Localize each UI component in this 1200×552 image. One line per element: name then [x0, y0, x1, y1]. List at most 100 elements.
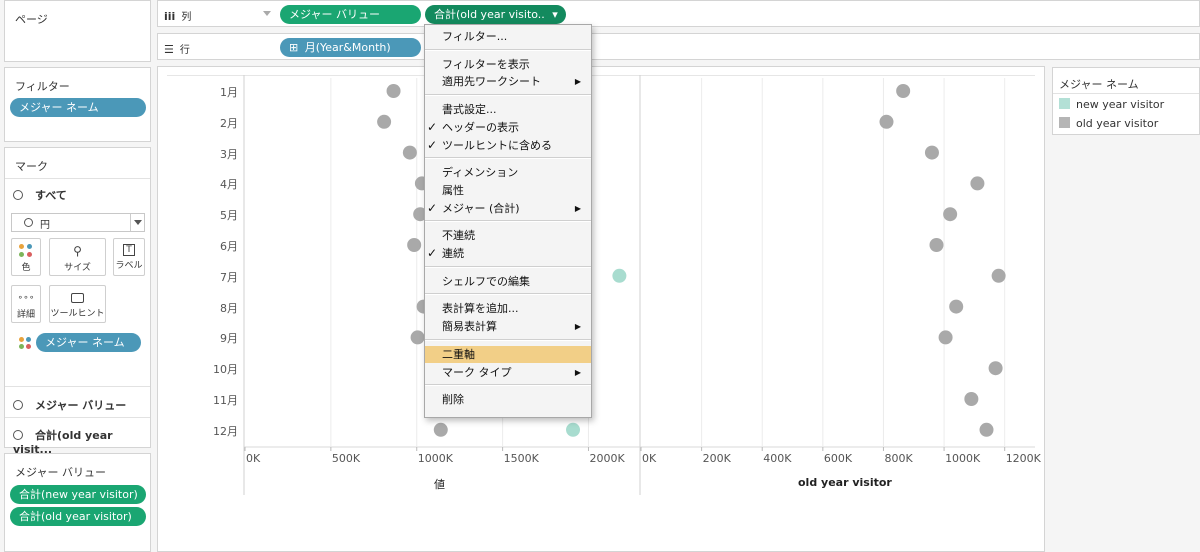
- menu-item[interactable]: マーク タイプ ▶: [425, 364, 591, 381]
- menu-item-label: 連続: [442, 247, 464, 260]
- menu-item[interactable]: ✓ ヘッダーの表示: [425, 119, 591, 136]
- row-label-month: 8月: [220, 301, 238, 315]
- menu-separator: [425, 94, 591, 97]
- left-point-old: [377, 114, 392, 129]
- menu-item-label: 属性: [442, 183, 464, 197]
- right-point-old: [896, 84, 911, 98]
- menu-item[interactable]: 削除: [425, 391, 591, 408]
- legend-card[interactable]: メジャー ネーム new year visitor old year visit…: [1052, 67, 1200, 135]
- submenu-arrow-icon: ▶: [574, 203, 581, 213]
- row-label-month: 2月: [220, 116, 238, 130]
- left-point-new: [566, 422, 581, 437]
- menu-item-label: マーク タイプ: [442, 365, 512, 379]
- menu-separator: [425, 384, 591, 387]
- axis-tick-label: 1000K: [945, 452, 981, 465]
- menu-item[interactable]: 簡易表計算 ▶: [425, 318, 591, 335]
- row-label-month: 9月: [220, 332, 238, 346]
- row-label-month: 3月: [220, 147, 238, 161]
- menu-item[interactable]: 不連続: [425, 227, 591, 244]
- menu-item[interactable]: 二重軸: [425, 345, 591, 363]
- right-point-old: [879, 114, 894, 129]
- right-point-old: [970, 176, 985, 191]
- row-label-month: 6月: [220, 240, 238, 253]
- menu-item-label: 簡易表計算: [442, 320, 497, 334]
- check-icon: ✓: [427, 137, 438, 152]
- menu-separator: [425, 157, 591, 160]
- axis-tick-label: 600K: [823, 452, 853, 465]
- right-point-old: [964, 392, 979, 406]
- menu-item[interactable]: ディメンション: [425, 164, 591, 181]
- menu-item[interactable]: シェルフでの編集: [425, 273, 591, 290]
- menu-item[interactable]: 表計算を追加...: [425, 300, 591, 317]
- row-label-month: 5月: [220, 209, 238, 223]
- menu-item[interactable]: ✓ 連続: [425, 245, 591, 262]
- menu-item[interactable]: 属性: [425, 182, 591, 199]
- menu-item-label: ディメンション: [442, 166, 519, 180]
- menu-separator: [425, 48, 591, 51]
- pill-context-menu[interactable]: フィルター... フィルターを表示 適用先ワークシート ▶ 書式設定... ✓ ヘッダーの表…: [424, 24, 592, 418]
- menu-separator: [425, 338, 591, 341]
- menu-separator: [425, 265, 591, 268]
- menu-item[interactable]: フィルター...: [425, 28, 591, 45]
- legend-swatch-old: [1059, 117, 1070, 128]
- right-point-old: [943, 207, 958, 222]
- menu-item-label: メジャー (合計): [442, 201, 520, 215]
- legend-swatch-new: [1059, 98, 1070, 109]
- left-point-old: [407, 238, 422, 252]
- left-point-new: [612, 268, 627, 283]
- axis-tick-label: 1000K: [417, 452, 453, 465]
- right-point-old: [938, 330, 953, 345]
- check-icon: ✓: [427, 119, 438, 134]
- left-point-old: [386, 84, 401, 98]
- right-point-old: [929, 238, 944, 252]
- left-point-old: [402, 145, 417, 160]
- axis-tick-label: 800K: [884, 452, 913, 465]
- menu-separator: [425, 220, 591, 223]
- menu-item[interactable]: ✓ メジャー (合計) ▶: [425, 200, 591, 217]
- menu-item-label: ヘッダーの表示: [442, 120, 519, 134]
- legend-title: メジャー ネーム: [1059, 78, 1139, 91]
- menu-item[interactable]: 適用先ワークシート ▶: [425, 73, 591, 90]
- menu-item[interactable]: 書式設定...: [425, 101, 591, 118]
- legend-item-new[interactable]: new year visitor: [1059, 98, 1164, 111]
- row-label-month: 11月: [213, 394, 238, 407]
- axis-tick-label: 2000K: [589, 452, 625, 465]
- left-point-old: [410, 330, 425, 345]
- menu-item-label: フィルターを表示: [442, 57, 530, 71]
- menu-item-label: 削除: [442, 393, 464, 407]
- submenu-arrow-icon: ▶: [574, 77, 581, 87]
- axis-tick-label: 1200K: [1005, 452, 1041, 465]
- menu-separator: [425, 293, 591, 296]
- axis-tick-label: 500K: [331, 452, 361, 465]
- row-label-month: 4月: [220, 178, 238, 192]
- legend-item-old[interactable]: old year visitor: [1059, 117, 1158, 130]
- menu-item-label: 適用先ワークシート: [442, 75, 541, 89]
- legend-label-old: old year visitor: [1076, 117, 1159, 130]
- submenu-arrow-icon: ▶: [574, 367, 581, 377]
- menu-item-label: ツールヒントに含める: [442, 138, 552, 152]
- header-line: [167, 75, 1035, 76]
- menu-item[interactable]: フィルターを表示: [425, 56, 591, 73]
- menu-item-label: フィルター...: [442, 30, 508, 43]
- check-icon: ✓: [427, 246, 438, 260]
- right-point-old: [979, 422, 994, 437]
- axis-tick-label: 200K: [702, 452, 731, 465]
- row-label-month: 10月: [213, 363, 238, 377]
- check-icon: ✓: [427, 200, 438, 215]
- left-point-old: [433, 422, 448, 437]
- axis-tick-label: 400K: [763, 452, 792, 465]
- menu-item-label: 表計算を追加...: [442, 302, 519, 316]
- row-label-month: 12月: [213, 424, 238, 438]
- right-point-old: [924, 145, 939, 160]
- menu-item-label: シェルフでの編集: [442, 274, 530, 288]
- axis-tick-label: 0K: [246, 452, 261, 465]
- right-point-old: [949, 299, 964, 314]
- menu-item[interactable]: ✓ ツールヒントに含める: [425, 137, 591, 154]
- right-point-old: [988, 361, 1003, 376]
- right-point-old: [991, 268, 1006, 283]
- row-label-month: 1月: [220, 86, 238, 99]
- row-label-month: 7月: [220, 270, 238, 284]
- menu-item-label: 不連続: [442, 229, 475, 243]
- left-axis-title: 値: [434, 478, 445, 491]
- chart-canvas: [167, 75, 1035, 495]
